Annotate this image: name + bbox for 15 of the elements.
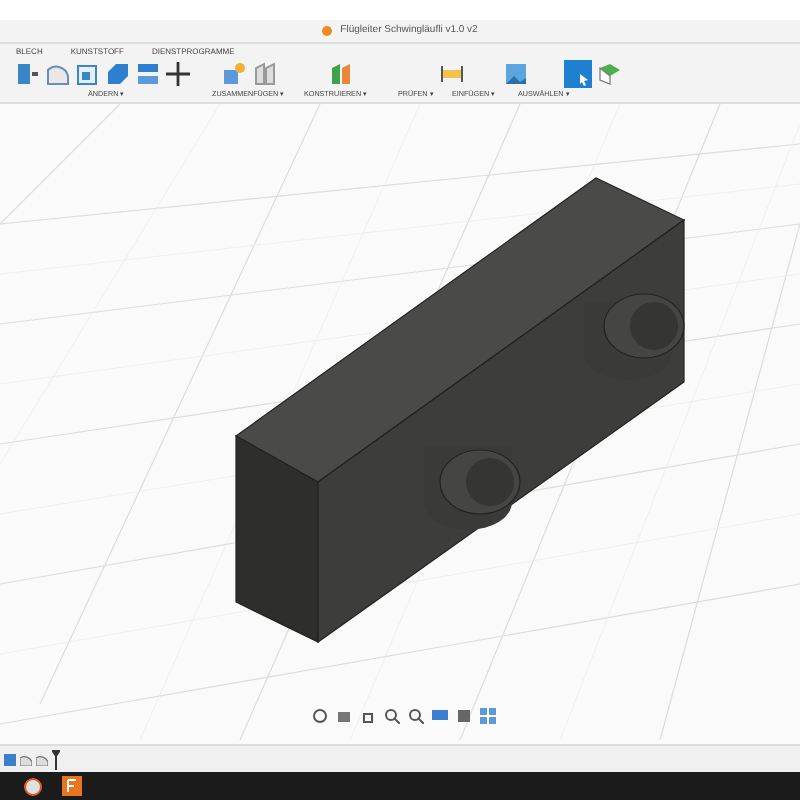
- image-insert-icon: [504, 62, 528, 86]
- orbit-icon[interactable]: [312, 708, 328, 724]
- fusion-app-icon[interactable]: [62, 776, 82, 796]
- timeline-marker-icon[interactable]: [52, 749, 60, 769]
- fillet-icon: [46, 62, 70, 86]
- move-icon: [166, 62, 190, 86]
- display-icon[interactable]: [432, 708, 448, 724]
- timeline-feature-icon[interactable]: [4, 753, 16, 765]
- browser-icon[interactable]: [24, 777, 42, 795]
- stack-icon: [136, 62, 160, 86]
- grid-icon[interactable]: [480, 708, 496, 724]
- app-icon: [322, 26, 333, 36]
- zoom-icon[interactable]: [384, 708, 400, 724]
- measure-icon: [440, 62, 464, 86]
- select-icon[interactable]: [564, 60, 592, 88]
